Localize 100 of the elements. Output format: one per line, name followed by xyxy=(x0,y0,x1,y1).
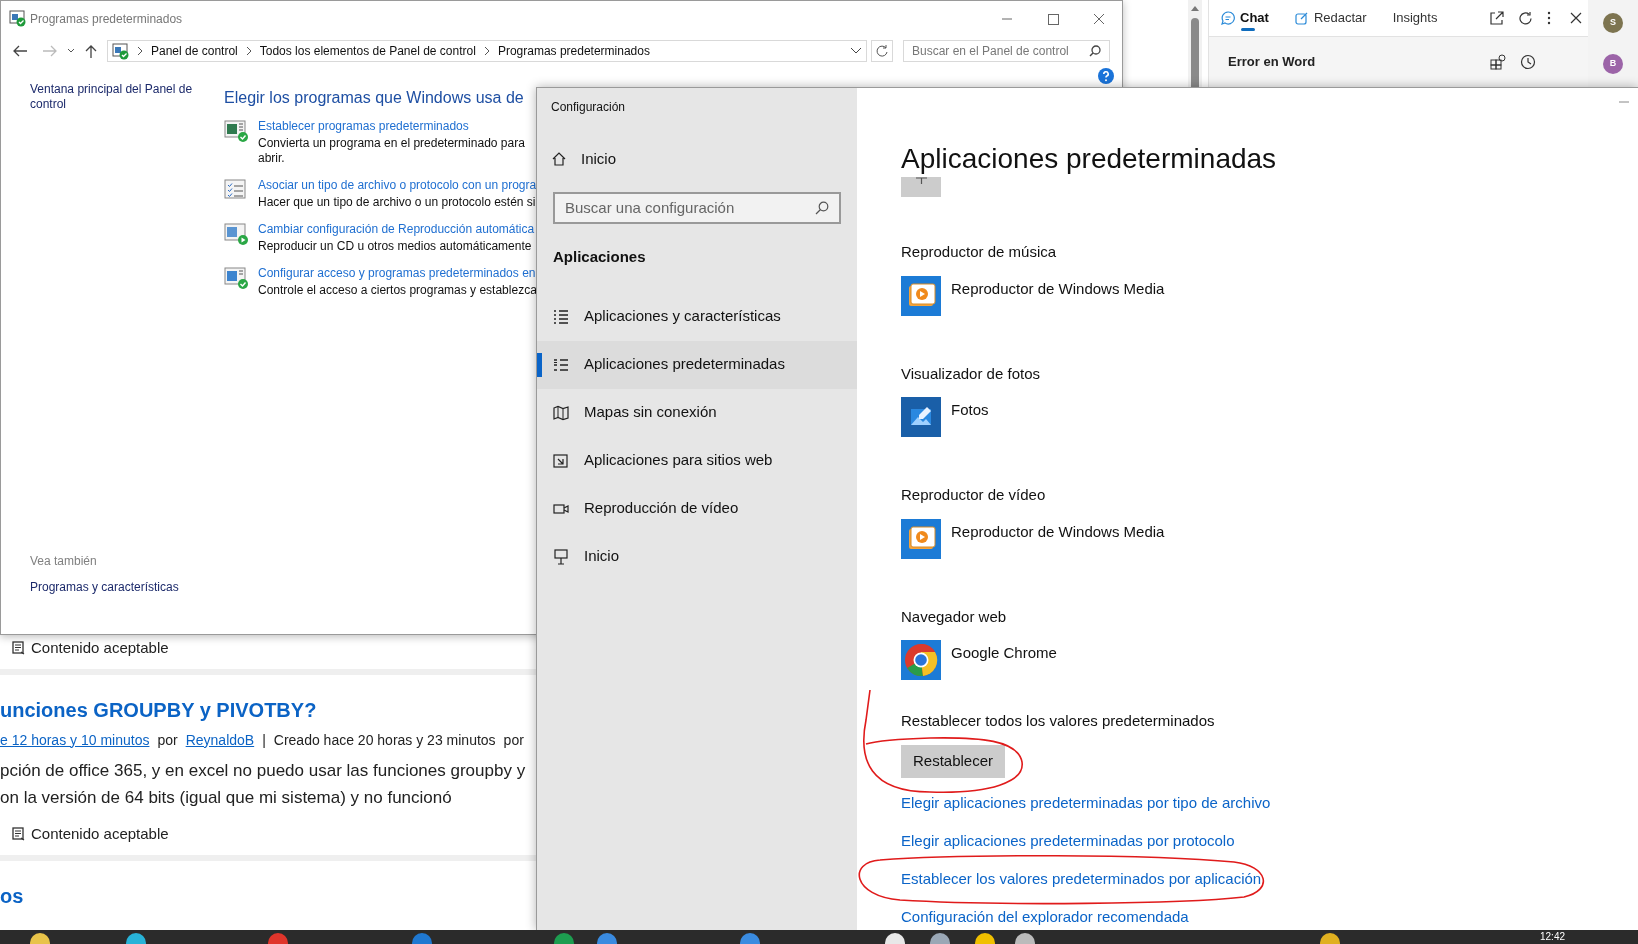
list-icon xyxy=(553,356,569,373)
address-bar[interactable]: Panel de control Todos los elementos de Panel de control Programas predeterminados xyxy=(107,40,867,62)
link[interactable]: e 12 horas y 10 minutos xyxy=(0,729,150,751)
post-text: on la versión de 64 bits (igual que mi sistema) y no funcionó xyxy=(0,787,453,809)
control-panel-icon xyxy=(9,10,26,27)
selection-indicator xyxy=(537,352,542,377)
default-app-button[interactable]: Google Chrome xyxy=(901,640,1221,680)
search-icon xyxy=(815,201,829,215)
back-icon[interactable] xyxy=(11,43,29,59)
meta-text: por xyxy=(503,730,524,750)
window-title: Programas predeterminados xyxy=(30,10,183,28)
edit-icon xyxy=(1294,11,1309,25)
meta-text: por xyxy=(157,730,178,750)
default-app-button[interactable]: Fotos xyxy=(901,397,1221,437)
open-external-icon[interactable] xyxy=(1489,10,1505,26)
report-icon xyxy=(12,827,26,841)
page-title: Aplicaciones predeterminadas xyxy=(901,142,1278,176)
post-title[interactable]: unciones GROUPBY y PIVOTBY? xyxy=(0,697,536,723)
refresh-icon[interactable] xyxy=(1518,10,1534,26)
report-icon xyxy=(12,641,26,655)
task-link[interactable]: Establecer programas predeterminados xyxy=(258,118,525,134)
add-app-tile[interactable] xyxy=(901,177,941,197)
section-heading: Aplicaciones xyxy=(553,247,647,267)
list-icon xyxy=(553,308,569,325)
post-title[interactable]: os xyxy=(0,883,536,909)
monitor-icon xyxy=(553,548,569,565)
settings-link[interactable]: Configuración del explorador recomendada xyxy=(901,907,1189,926)
tab[interactable]: Chat xyxy=(1221,0,1269,37)
meta-text: Creado hace 20 horas y 23 minutos xyxy=(273,730,496,750)
category-label: Reproductor de vídeo xyxy=(901,485,1047,505)
control-panel-icon xyxy=(112,42,129,60)
task-description: Hacer que un tipo de archivo o un protocolo estén si xyxy=(258,195,537,210)
plus-icon xyxy=(914,177,928,184)
window-check-icon xyxy=(224,266,248,290)
nav-item[interactable]: Mapas sin conexión xyxy=(537,388,857,437)
browser-logo-icon xyxy=(901,640,941,680)
search-field[interactable]: Buscar una configuración xyxy=(553,192,841,224)
help-icon[interactable] xyxy=(1098,68,1114,84)
window-play-icon xyxy=(224,222,248,246)
home-link[interactable]: Inicio xyxy=(551,146,843,172)
link[interactable]: ReynaldoB xyxy=(185,729,255,751)
nav-item[interactable]: Aplicaciones para sitios web xyxy=(537,436,857,485)
avatar[interactable]: S xyxy=(1603,13,1623,33)
scrollbar-thumb[interactable] xyxy=(1191,18,1199,87)
up-icon[interactable] xyxy=(83,43,99,59)
breadcrumb-item[interactable]: Todos los elementos de Panel de control xyxy=(259,42,476,60)
task-description: Convierta un programa en el predeterminado para xyxy=(258,136,525,151)
window-title: Configuración xyxy=(550,99,627,114)
nav-item[interactable]: Reproducción de vídeo xyxy=(537,484,857,533)
media-player-icon xyxy=(901,275,941,316)
chat-bubble-icon xyxy=(1221,11,1235,25)
more-icon[interactable] xyxy=(1547,11,1552,25)
apps-add-icon[interactable] xyxy=(1490,54,1506,70)
chevron-icon xyxy=(483,46,490,56)
search-field[interactable]: Buscar en el Panel de control xyxy=(903,40,1110,62)
tab[interactable]: Redactar xyxy=(1294,0,1367,37)
section-heading: Vea también xyxy=(30,553,98,570)
breadcrumb-item[interactable]: Panel de control xyxy=(151,42,238,60)
sidebar-link[interactable]: Programas y características xyxy=(30,578,216,596)
nav-item[interactable]: Aplicaciones y características xyxy=(537,292,857,341)
category-label: Reproductor de música xyxy=(901,242,1058,262)
breadcrumb-item[interactable]: Programas predeterminados xyxy=(497,42,650,60)
scroll-up-icon xyxy=(1190,4,1200,12)
photo-icon xyxy=(901,397,941,437)
settings-link[interactable]: Elegir aplicaciones predeterminadas por tipo de archivo xyxy=(901,793,1271,812)
task-description: Controle el acceso a ciertos programas y establezca xyxy=(258,283,537,298)
category-label: Navegador web xyxy=(901,606,1008,627)
status-label: Contenido aceptable xyxy=(31,637,169,658)
window-check-icon xyxy=(224,119,248,143)
page-heading: Elegir los programas que Windows usa de xyxy=(224,88,525,108)
settings-link[interactable]: Establecer los valores predeterminados por aplicación xyxy=(901,869,1262,888)
avatar[interactable]: B xyxy=(1603,54,1623,74)
history-icon[interactable] xyxy=(1520,54,1536,70)
search-icon xyxy=(1089,45,1101,57)
media-player-icon xyxy=(901,518,941,559)
task-description: Reproducir un CD u otros medios automáticamente xyxy=(258,239,533,254)
reset-button[interactable]: Restablecer xyxy=(901,744,1005,778)
nav-item[interactable]: Aplicaciones predeterminadas xyxy=(537,340,857,389)
conversation-title: Error en Word xyxy=(1228,53,1317,72)
task-link[interactable]: Cambiar configuración de Reproducción automática xyxy=(258,221,535,237)
clock[interactable]: 12:42 xyxy=(1540,931,1566,942)
map-icon xyxy=(553,404,569,421)
checklist-icon xyxy=(224,178,248,202)
settings-link[interactable]: Elegir aplicaciones predeterminadas por protocolo xyxy=(901,831,1235,850)
task-link[interactable]: Configurar acceso y programas predeterminados en xyxy=(258,265,537,281)
status-label: Contenido aceptable xyxy=(31,823,169,844)
post-text: pción de office 365, y en excel no puedo usar las funciones groupby y xyxy=(0,760,527,782)
reset-label: Restablecer todos los valores predeterminados xyxy=(901,711,1216,731)
home-icon xyxy=(551,151,567,167)
close-icon[interactable] xyxy=(1569,11,1584,25)
tab[interactable]: Insights xyxy=(1392,0,1438,37)
default-app-button[interactable]: Reproductor de Windows Media xyxy=(901,518,1221,559)
meta-text: | xyxy=(262,730,266,750)
default-app-button[interactable]: Reproductor de Windows Media xyxy=(901,275,1221,316)
nav-item[interactable]: Inicio xyxy=(537,532,857,581)
sidebar-link[interactable]: Ventana principal del Panel de control xyxy=(30,82,216,112)
task-link[interactable]: Asociar un tipo de archivo o protocolo con un progra xyxy=(258,177,537,193)
task-description: abrir. xyxy=(258,151,286,166)
chevron-icon xyxy=(245,46,252,56)
chevron-icon xyxy=(137,46,143,56)
